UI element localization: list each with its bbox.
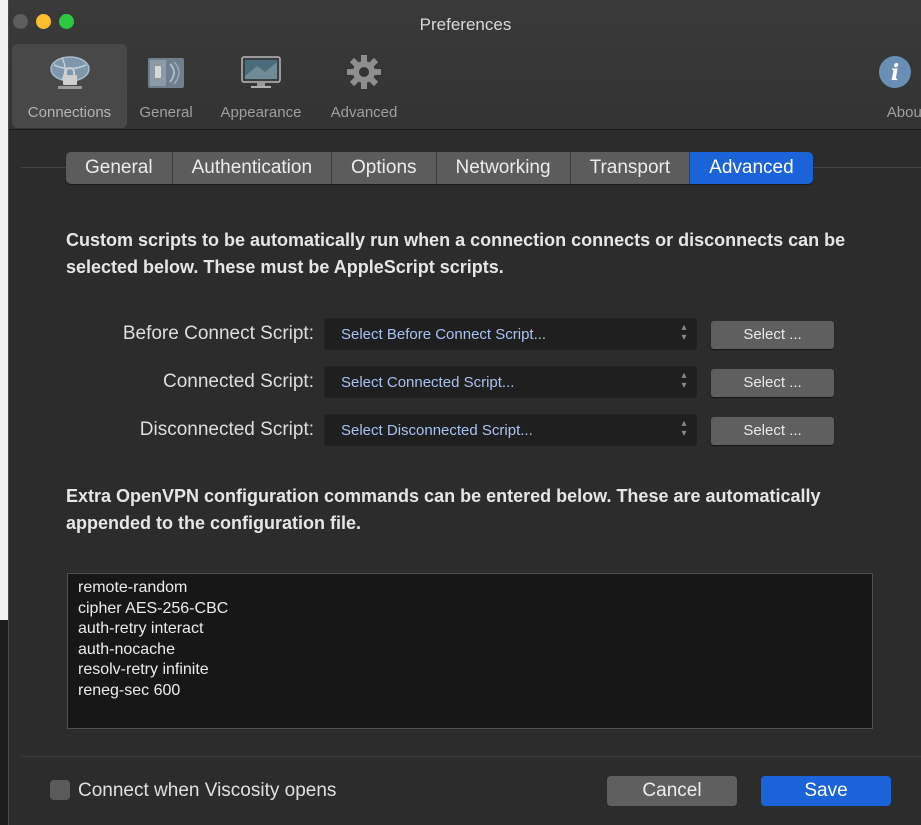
tab-general[interactable]: General — [66, 152, 173, 184]
save-button[interactable]: Save — [761, 776, 891, 806]
toolbar-item-general[interactable]: General — [127, 44, 205, 128]
cancel-button[interactable]: Cancel — [607, 776, 737, 806]
tab-transport[interactable]: Transport — [570, 152, 691, 184]
gear-icon — [347, 55, 381, 89]
updown-arrows-icon: ▴ ▾ — [681, 322, 687, 343]
toolbar-item-label: Connections — [27, 104, 112, 121]
toolbar-item-label: General — [139, 104, 193, 121]
tab-options[interactable]: Options — [332, 152, 437, 184]
popup-value: Select Before Connect Script... — [341, 326, 547, 343]
disconnected-select-button[interactable]: Select ... — [711, 417, 834, 445]
connected-select-button[interactable]: Select ... — [711, 369, 834, 397]
scripts-description: Custom scripts to be automatically run w… — [66, 230, 846, 277]
preferences-content: General Authentication Options Networkin… — [9, 131, 921, 825]
config-line: reneg-sec 600 — [78, 681, 181, 699]
tab-advanced[interactable]: Advanced — [690, 152, 813, 184]
globe-network-icon — [49, 56, 90, 89]
config-line: cipher AES-256-CBC — [78, 599, 229, 617]
tab-authentication[interactable]: Authentication — [172, 152, 333, 184]
updown-arrows-icon: ▴ ▾ — [681, 418, 687, 439]
connect-on-open-label[interactable]: Connect when Viscosity opens — [78, 780, 336, 802]
before-connect-script-popup[interactable]: Select Before Connect Script... ▴ ▾ — [324, 318, 697, 350]
disconnected-script-popup[interactable]: Select Disconnected Script... ▴ ▾ — [324, 414, 697, 446]
config-line: remote-random — [78, 579, 188, 596]
title-bar: Preferences Connections General Appearan… — [9, 0, 921, 130]
connect-on-open-checkbox[interactable] — [50, 780, 70, 800]
before-connect-script-row: Before Connect Script: Select Before Con… — [9, 318, 921, 350]
toolbar-item-connections[interactable]: Connections — [12, 44, 127, 128]
disconnected-script-label: Disconnected Script: — [139, 419, 314, 440]
connected-script-popup[interactable]: Select Connected Script... ▴ ▾ — [324, 366, 697, 398]
config-line: resolv-retry infinite — [78, 661, 209, 678]
before-connect-script-label: Before Connect Script: — [122, 323, 314, 344]
config-line: auth-nocache — [78, 640, 175, 658]
toolbar-item-appearance[interactable]: Appearance — [205, 44, 317, 128]
updown-arrows-icon: ▴ ▾ — [681, 370, 687, 391]
window-title: Preferences — [419, 15, 512, 34]
config-commands-textarea[interactable]: remote-random cipher AES-256-CBC auth-re… — [67, 573, 873, 729]
config-line: auth-retry interact — [78, 620, 204, 637]
tab-networking[interactable]: Networking — [436, 152, 571, 184]
connected-script-row: Connected Script: Select Connected Scrip… — [9, 366, 921, 398]
popup-value: Select Disconnected Script... — [341, 422, 533, 439]
connected-script-label: Connected Script: — [162, 371, 314, 392]
light-switch-icon — [148, 58, 184, 88]
toolbar-item-label: Appearance — [220, 104, 302, 121]
before-connect-select-button[interactable]: Select ... — [711, 321, 834, 349]
popup-value: Select Connected Script... — [341, 374, 515, 391]
svg-text:i: i — [891, 60, 899, 86]
info-icon: i — [879, 56, 911, 88]
toolbar-item-label: About — [886, 104, 921, 121]
config-description: Extra OpenVPN configuration commands can… — [66, 486, 821, 533]
background-desktop — [0, 0, 8, 825]
disconnected-script-row: Disconnected Script: Select Disconnected… — [9, 414, 921, 446]
preferences-window: Preferences Connections General Appearan… — [8, 0, 921, 825]
toolbar-item-label: Advanced — [330, 104, 398, 121]
monitor-icon — [241, 56, 281, 88]
tab-bar: General Authentication Options Networkin… — [66, 152, 813, 184]
toolbar-item-advanced[interactable]: Advanced — [319, 44, 409, 128]
toolbar-item-about[interactable]: i About — [867, 44, 921, 128]
